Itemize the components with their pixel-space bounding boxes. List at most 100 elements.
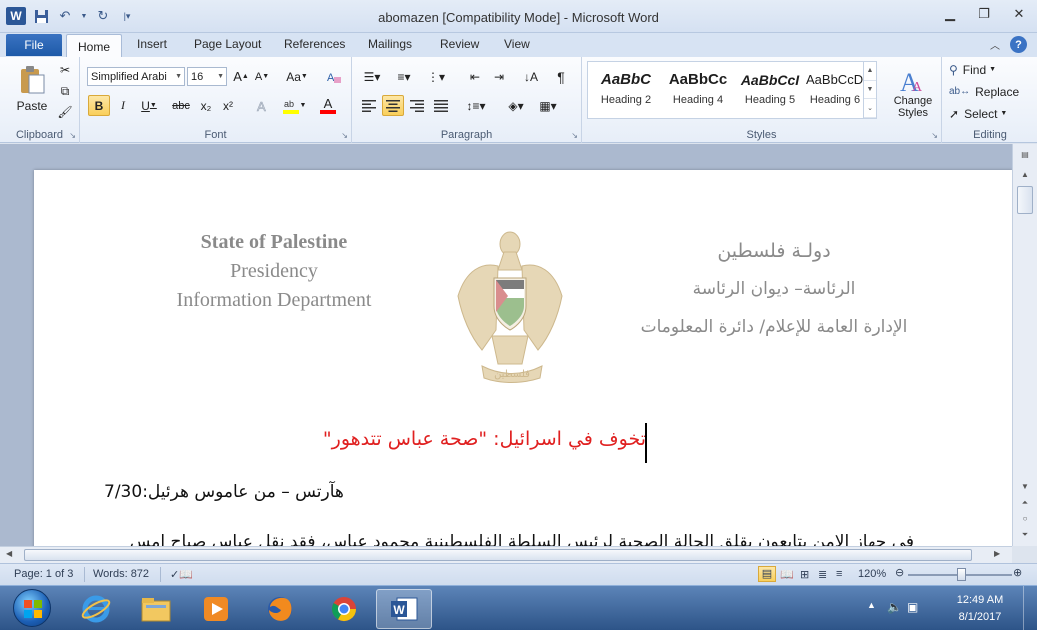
- web-layout-icon[interactable]: ⊞: [800, 568, 809, 581]
- document-body-line[interactable]: في جهاز الامن يتابعون بقلق الحالة الصحية…: [94, 532, 914, 546]
- align-left-icon[interactable]: [358, 95, 380, 116]
- grow-font-button[interactable]: A ▲: [232, 67, 250, 86]
- media-player-icon[interactable]: [188, 589, 244, 629]
- vertical-scrollbar[interactable]: ▤ ▲ ▼ ⏶ ○ ⏷: [1012, 144, 1037, 546]
- show-desktop-button[interactable]: [1023, 586, 1037, 630]
- tab-file[interactable]: File: [6, 34, 62, 56]
- next-page-icon[interactable]: ⏷: [1017, 530, 1033, 540]
- word-count[interactable]: Words: 872: [93, 568, 149, 580]
- bold-button[interactable]: B: [88, 95, 110, 116]
- justify-icon[interactable]: [430, 95, 452, 116]
- file-explorer-icon[interactable]: [128, 589, 184, 629]
- chrome-icon[interactable]: [316, 589, 372, 629]
- style-heading-4[interactable]: AaBbCc Heading 4: [662, 66, 734, 116]
- tab-view[interactable]: View: [504, 37, 530, 51]
- page-count[interactable]: Page: 1 of 3: [14, 568, 73, 580]
- scroll-left-icon[interactable]: ◀: [6, 549, 12, 558]
- proofing-icon[interactable]: ✓📖: [170, 568, 193, 581]
- sort-icon[interactable]: ↓A: [520, 67, 542, 86]
- tab-references[interactable]: References: [284, 37, 345, 51]
- horizontal-scroll-thumb[interactable]: [24, 549, 972, 561]
- increase-indent-icon[interactable]: ⇥: [488, 67, 510, 86]
- align-center-icon[interactable]: [382, 95, 404, 116]
- start-button[interactable]: [13, 589, 51, 627]
- font-launcher-icon[interactable]: ↘: [341, 131, 348, 140]
- shading-icon[interactable]: ◈▾: [502, 95, 530, 116]
- zoom-slider-knob[interactable]: [957, 568, 966, 581]
- paragraph-launcher-icon[interactable]: ↘: [571, 131, 578, 140]
- change-styles-button[interactable]: AA Change Styles: [888, 61, 938, 125]
- numbering-icon[interactable]: ≡▾: [390, 67, 418, 86]
- gallery-more-icon[interactable]: ⌄: [864, 99, 876, 119]
- borders-icon[interactable]: ▦▾: [534, 95, 562, 116]
- decrease-indent-icon[interactable]: ⇤: [464, 67, 486, 86]
- zoom-out-icon[interactable]: ⊖: [895, 566, 904, 579]
- font-size-combo[interactable]: 16 ▼: [187, 67, 227, 86]
- help-icon[interactable]: ?: [1010, 36, 1027, 53]
- superscript-button[interactable]: x²: [218, 95, 238, 116]
- scroll-up-icon[interactable]: ▲: [1017, 170, 1033, 179]
- outline-view-icon[interactable]: ≣: [818, 568, 827, 581]
- subscript-button[interactable]: x₂: [196, 95, 216, 116]
- scroll-down-icon[interactable]: ▼: [1017, 482, 1033, 491]
- text-effects-icon[interactable]: A: [250, 95, 276, 116]
- restore-button[interactable]: ❐: [967, 0, 1001, 28]
- zoom-level[interactable]: 120%: [858, 568, 886, 580]
- shrink-font-button[interactable]: A ▼: [253, 67, 271, 86]
- document-title[interactable]: تخوف في اسرائيل: "صحة عباس تتدهور": [264, 428, 646, 450]
- firefox-icon[interactable]: [252, 589, 308, 629]
- line-spacing-icon[interactable]: ↕≡▾: [462, 95, 490, 116]
- document-page[interactable]: State of Palestine Presidency Informatio…: [34, 170, 1012, 546]
- gallery-up-icon[interactable]: ▲: [864, 62, 876, 81]
- bullets-icon[interactable]: ☰▾: [358, 67, 386, 86]
- change-case-button[interactable]: Aa ▼: [284, 67, 310, 86]
- minimize-ribbon-icon[interactable]: ︿: [990, 37, 1000, 52]
- copy-icon[interactable]: ⧉: [56, 82, 74, 100]
- zoom-in-icon[interactable]: ⊕: [1013, 566, 1022, 579]
- clipboard-launcher-icon[interactable]: ↘: [69, 131, 76, 140]
- previous-page-icon[interactable]: ⏶: [1017, 498, 1033, 508]
- tab-review[interactable]: Review: [440, 37, 479, 51]
- close-button[interactable]: ✕: [1001, 0, 1037, 28]
- style-heading-6[interactable]: AaBbCcDc Heading 6: [806, 66, 864, 116]
- tab-mailings[interactable]: Mailings: [368, 37, 412, 51]
- select-button[interactable]: ➚ Select ▼: [949, 104, 1029, 123]
- multilevel-list-icon[interactable]: ⋮▾: [422, 67, 450, 86]
- volume-icon[interactable]: 🔈: [887, 600, 902, 614]
- tab-insert[interactable]: Insert: [137, 37, 167, 51]
- styles-launcher-icon[interactable]: ↘: [931, 131, 938, 140]
- strikethrough-button[interactable]: abc: [168, 95, 194, 116]
- tab-home[interactable]: Home: [66, 34, 122, 58]
- style-heading-2[interactable]: AaBbC Heading 2: [590, 66, 662, 116]
- full-screen-reading-icon[interactable]: 📖: [780, 568, 794, 581]
- scroll-right-icon[interactable]: ▶: [994, 549, 1000, 558]
- print-layout-view-icon[interactable]: ▤: [758, 566, 776, 582]
- document-area[interactable]: State of Palestine Presidency Informatio…: [0, 144, 1012, 546]
- highlight-color-button[interactable]: ab ▼: [280, 95, 308, 116]
- align-right-icon[interactable]: [406, 95, 428, 116]
- show-hidden-icons[interactable]: ▲: [867, 600, 876, 610]
- format-painter-icon[interactable]: 🖌: [56, 103, 74, 121]
- cut-icon[interactable]: ✂: [56, 61, 74, 79]
- document-byline[interactable]: هآرتس – من عاموس هرئيل:7/30: [104, 482, 404, 502]
- find-button[interactable]: ⚲ Find ▼: [949, 60, 1029, 79]
- font-name-combo[interactable]: Simplified Arabi ▼: [87, 67, 185, 86]
- underline-button[interactable]: U ▼: [136, 95, 162, 116]
- replace-button[interactable]: ab↔ Replace: [949, 82, 1029, 101]
- gallery-down-icon[interactable]: ▼: [864, 81, 876, 100]
- draft-view-icon[interactable]: ≡: [836, 568, 842, 580]
- vertical-scroll-thumb[interactable]: [1017, 186, 1033, 214]
- network-icon[interactable]: ▣: [907, 600, 918, 614]
- font-color-button[interactable]: A: [314, 95, 342, 116]
- microsoft-word-taskbar-icon[interactable]: W: [376, 589, 432, 629]
- show-formatting-button[interactable]: ¶: [550, 67, 572, 86]
- horizontal-scrollbar[interactable]: ◀ ▶: [0, 546, 1012, 563]
- taskbar-clock[interactable]: 12:49 AM 8/1/2017: [945, 592, 1015, 626]
- internet-explorer-icon[interactable]: [68, 589, 124, 629]
- minimize-button[interactable]: ▁: [933, 0, 967, 28]
- clear-formatting-icon[interactable]: A: [324, 67, 344, 86]
- tab-page-layout[interactable]: Page Layout: [194, 37, 261, 51]
- ruler-toggle-icon[interactable]: ▤: [1017, 150, 1033, 159]
- paste-button[interactable]: Paste: [12, 61, 52, 117]
- style-heading-5[interactable]: AaBbCcI Heading 5: [734, 66, 806, 116]
